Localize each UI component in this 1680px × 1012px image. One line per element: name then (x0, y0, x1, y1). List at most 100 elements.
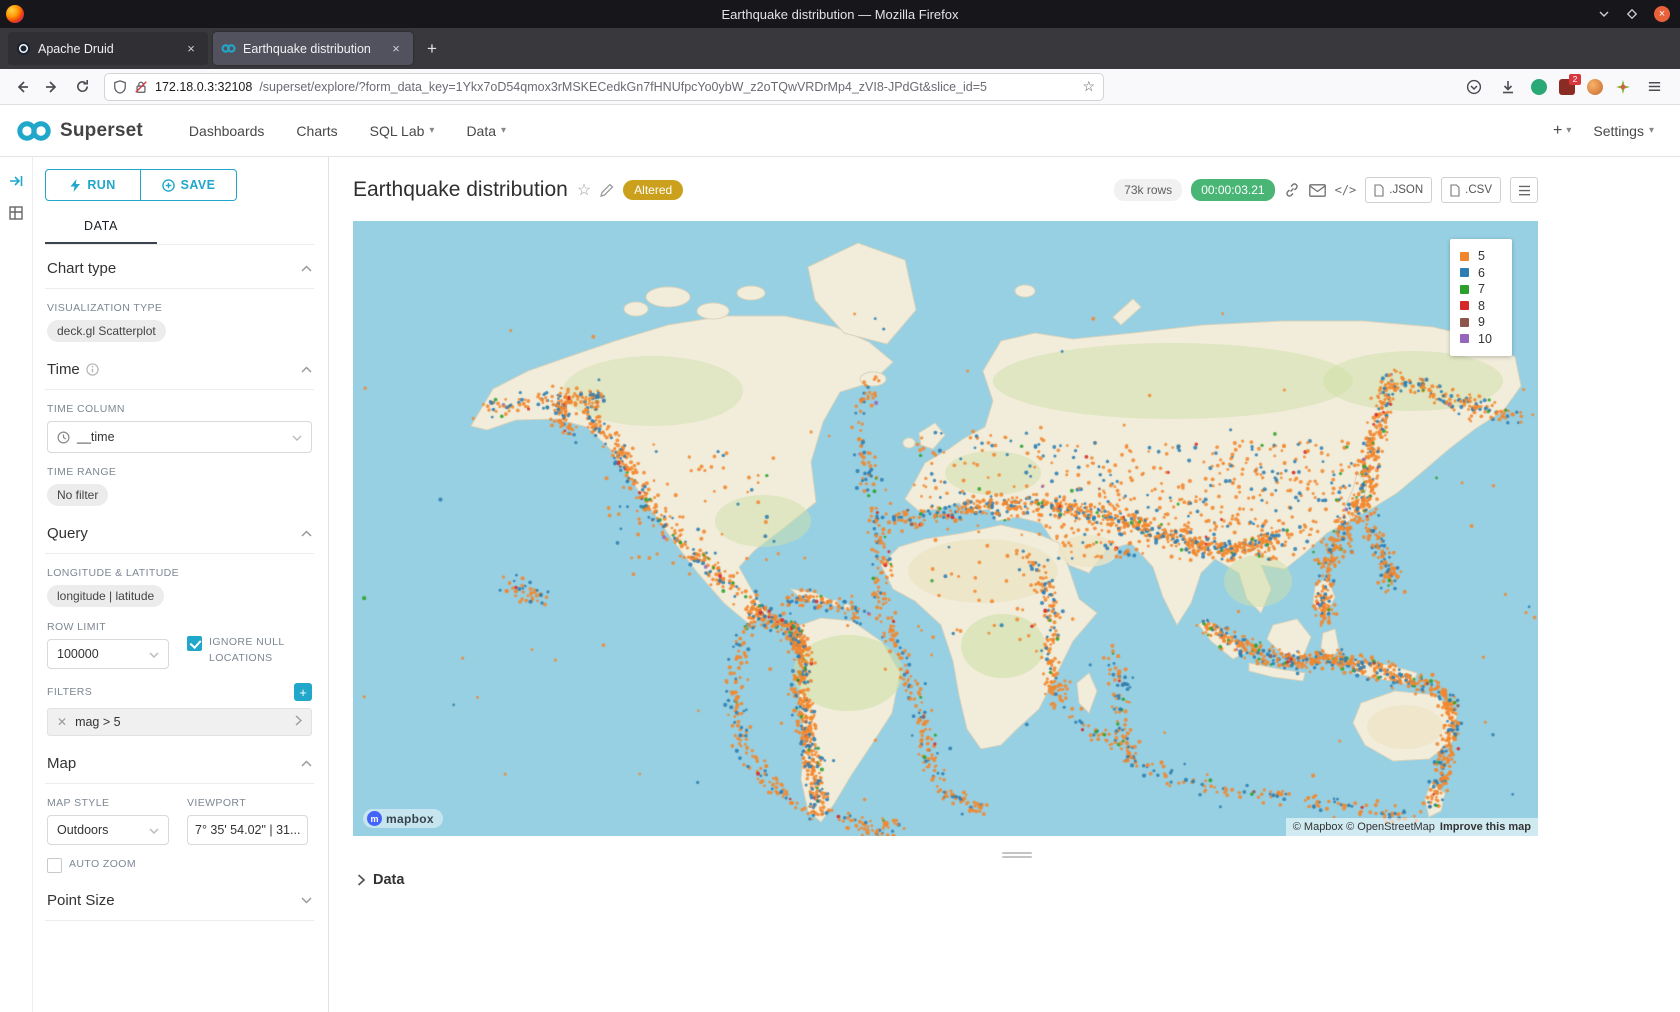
superset-favicon-icon (221, 41, 236, 56)
time-range-label: TIME RANGE (47, 466, 312, 478)
earthquake-points-layer[interactable] (353, 221, 1538, 836)
time-range-value[interactable]: No filter (47, 484, 108, 506)
bookmark-star-icon[interactable]: ☆ (1082, 78, 1095, 95)
chevron-down-icon (292, 430, 302, 444)
url-bar-input[interactable]: 172.18.0.3:32108 /superset/explore/?form… (104, 73, 1104, 101)
extension-icon-2[interactable]: 2 (1556, 76, 1578, 98)
section-point-size[interactable]: Point Size (45, 877, 314, 921)
chevron-down-icon (149, 647, 159, 661)
section-map[interactable]: Map (45, 740, 314, 784)
add-filter-button[interactable]: + (294, 683, 312, 701)
window-minimize-button[interactable] (1598, 8, 1610, 20)
dataset-grid-icon[interactable] (6, 203, 26, 223)
run-button[interactable]: RUN (45, 169, 141, 201)
lonlat-value[interactable]: longitude | latitude (47, 585, 164, 607)
extension-icon-4[interactable] (1612, 76, 1634, 98)
chevron-down-icon (149, 823, 159, 837)
url-host: 172.18.0.3:32108 (155, 80, 252, 94)
panel-tab-bar: DATA (45, 211, 314, 245)
ignore-null-checkbox[interactable]: IGNORE NULL LOCATIONS (187, 635, 312, 669)
embed-code-icon[interactable]: </> (1335, 183, 1357, 197)
lonlat-label: LONGITUDE & LATITUDE (47, 567, 312, 579)
tab-close-icon[interactable]: × (182, 40, 200, 58)
time-column-select[interactable]: __time (47, 421, 312, 453)
new-tab-button[interactable]: + (418, 35, 446, 63)
left-icon-strip (0, 157, 33, 1012)
superset-infinity-icon (16, 118, 52, 144)
remove-filter-icon[interactable]: ✕ (57, 715, 67, 729)
row-limit-select[interactable]: 100000 (47, 639, 169, 669)
tab-bar: Apache Druid × Earthquake distribution ×… (0, 28, 1680, 69)
back-button[interactable] (8, 73, 36, 101)
nav-item-charts[interactable]: Charts (282, 105, 351, 157)
explore-control-panel: RUN SAVE DATA Chart type VISUALIZATION T… (33, 157, 329, 1012)
improve-map-link[interactable]: Improve this map (1440, 821, 1531, 833)
tab-earthquake-distribution[interactable]: Earthquake distribution × (213, 32, 413, 65)
superset-logo[interactable]: Superset (16, 118, 143, 144)
legend-item: 5 (1460, 248, 1498, 265)
tab-apache-druid[interactable]: Apache Druid × (8, 32, 208, 65)
legend-label: 8 (1478, 299, 1485, 313)
hamburger-menu-icon[interactable] (1640, 73, 1668, 101)
resize-drag-handle[interactable] (1002, 852, 1032, 858)
filter-chip[interactable]: ✕ mag > 5 (47, 708, 312, 736)
map-legend: 5678910 (1450, 239, 1512, 356)
save-plus-icon (162, 179, 175, 192)
edit-properties-icon[interactable] (600, 183, 614, 197)
lightning-icon (70, 179, 81, 192)
window-titlebar: Earthquake distribution — Mozilla Firefo… (0, 0, 1680, 28)
extension-icon-1[interactable] (1528, 76, 1550, 98)
legend-label: 10 (1478, 332, 1492, 346)
pocket-icon[interactable] (1460, 73, 1488, 101)
downloads-icon[interactable] (1494, 73, 1522, 101)
map-style-label: MAP STYLE (47, 797, 169, 809)
nav-item-data[interactable]: Data▾ (452, 105, 520, 157)
chart-menu-button[interactable] (1510, 177, 1538, 203)
url-path: /superset/explore/?form_data_key=1Ykx7oD… (259, 80, 1075, 94)
section-query[interactable]: Query (45, 510, 314, 554)
window-close-button[interactable]: × (1654, 6, 1670, 22)
file-icon (1450, 184, 1460, 197)
legend-swatch (1460, 268, 1469, 277)
url-toolbar: 172.18.0.3:32108 /superset/explore/?form… (0, 69, 1680, 105)
extension-icon-3[interactable] (1584, 76, 1606, 98)
export-csv-button[interactable]: .CSV (1441, 177, 1501, 203)
save-button[interactable]: SAVE (141, 169, 237, 201)
tab-close-icon[interactable]: × (387, 40, 405, 58)
data-panel-toggle[interactable]: Data (353, 860, 1538, 888)
favorite-star-icon[interactable]: ☆ (577, 180, 591, 200)
legend-swatch (1460, 334, 1469, 343)
map-viewport[interactable]: 5678910 m mapbox © Mapbox © OpenStreetMa… (353, 221, 1538, 836)
map-style-select[interactable]: Outdoors (47, 815, 169, 845)
insecure-lock-icon[interactable] (134, 80, 148, 94)
collapse-panel-icon[interactable] (6, 171, 26, 191)
viz-type-label: VISUALIZATION TYPE (47, 302, 312, 314)
viewport-field[interactable]: 7° 35' 54.02" | 31... (187, 815, 308, 845)
brand-name: Superset (60, 120, 143, 142)
reload-button[interactable] (68, 73, 96, 101)
forward-button[interactable] (38, 73, 66, 101)
tab-data-controls[interactable]: DATA (45, 211, 157, 244)
legend-swatch (1460, 318, 1469, 327)
viz-type-value[interactable]: deck.gl Scatterplot (47, 320, 166, 342)
tracking-shield-icon[interactable] (113, 80, 127, 94)
legend-label: 6 (1478, 266, 1485, 280)
email-icon[interactable] (1309, 184, 1326, 197)
altered-badge[interactable]: Altered (623, 180, 683, 200)
mapbox-logo[interactable]: m mapbox (363, 809, 443, 828)
short-link-icon[interactable] (1284, 182, 1300, 198)
settings-menu[interactable]: Settings▾ (1593, 123, 1654, 139)
window-maximize-button[interactable] (1626, 8, 1638, 20)
section-time[interactable]: Time (45, 346, 314, 390)
druid-favicon-icon (16, 41, 31, 56)
new-item-menu[interactable]: +▾ (1553, 122, 1571, 140)
superset-navbar: Superset Dashboards Charts SQL Lab▾ Data… (0, 105, 1680, 157)
export-json-button[interactable]: .JSON (1365, 177, 1432, 203)
chevron-up-icon (301, 530, 312, 537)
section-chart-type[interactable]: Chart type (45, 245, 314, 289)
auto-zoom-checkbox[interactable]: AUTO ZOOM (47, 857, 169, 873)
filters-label: FILTERS (47, 686, 92, 698)
nav-item-dashboards[interactable]: Dashboards (175, 105, 279, 157)
legend-item: 7 (1460, 281, 1498, 298)
nav-item-sql-lab[interactable]: SQL Lab▾ (356, 105, 449, 157)
